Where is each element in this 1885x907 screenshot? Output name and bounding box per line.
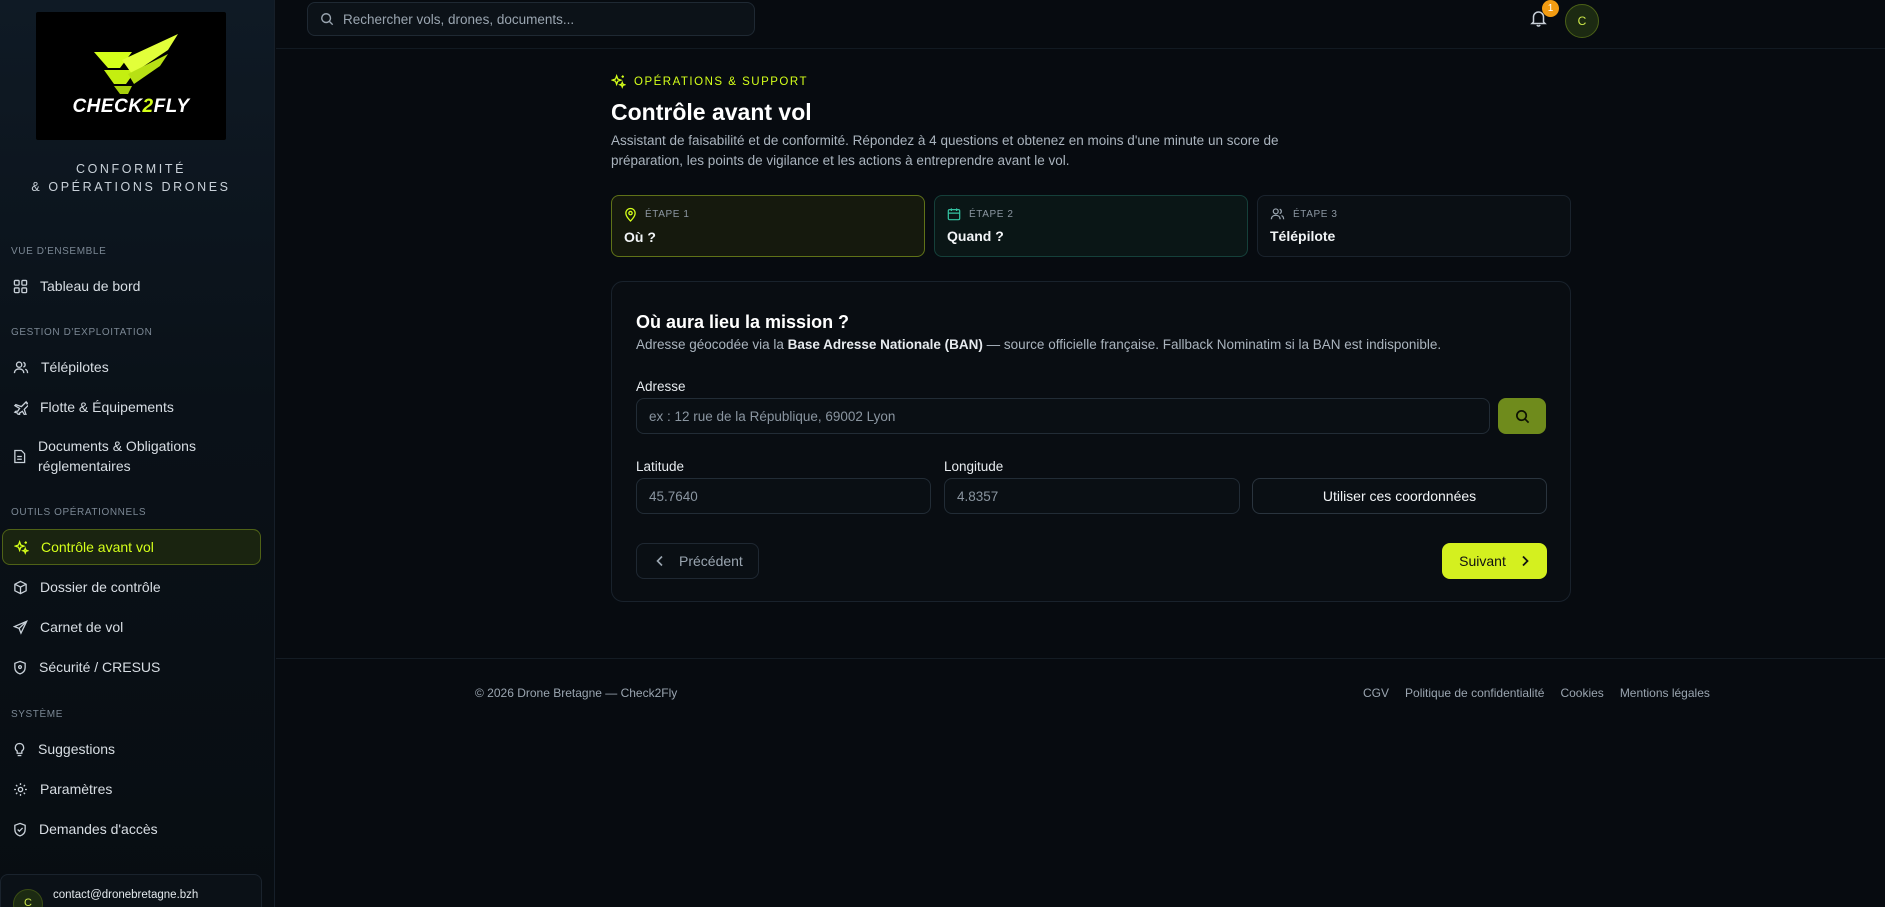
card-title: Où aura lieu la mission ? [636,312,850,332]
sidebar: CHECK2FLY CONFORMITÉ & OPÉRATIONS DRONES… [0,0,275,907]
sidebar-item-control-file[interactable]: Dossier de contrôle [2,569,261,605]
page-description: Assistant de faisabilité et de conformit… [611,133,1279,168]
sparkle-icon [14,539,29,555]
use-coordinates-button[interactable]: Utiliser ces coordonnées [1252,478,1547,514]
latitude-input[interactable] [636,478,931,514]
sidebar-item-suggestions[interactable]: Suggestions [2,731,261,767]
footer-link-privacy[interactable]: Politique de confidentialité [1405,686,1544,700]
latitude-label: Latitude [636,459,685,474]
sidebar-item-security[interactable]: Sécurité / CRESUS [2,649,261,685]
address-label: Adresse [636,379,686,394]
search-icon [321,13,334,26]
step-kicker: ÉTAPE 3 [1293,208,1338,220]
next-button[interactable]: Suivant [1442,543,1547,579]
search-icon [1515,409,1529,423]
footer-divider [276,658,1885,659]
top-bar [276,0,1885,49]
sidebar-item-access-requests[interactable]: Demandes d'accès [2,811,261,847]
sidebar-item-label: Sécurité / CRESUS [39,659,161,675]
sidebar-item-label: Paramètres [40,781,113,797]
sidebar-item-preflight-check[interactable]: Contrôle avant vol [2,529,261,565]
sidebar-item-fleet[interactable]: Flotte & Équipements [2,389,261,425]
logo-wordmark: CHECK2FLY [72,96,190,117]
footer-link-legal[interactable]: Mentions légales [1620,686,1710,700]
next-label: Suivant [1459,553,1506,569]
sidebar-item-settings[interactable]: Paramètres [2,771,261,807]
shield-check-icon [14,822,26,837]
sidebar-item-label: Dossier de contrôle [40,579,161,595]
gear-icon [14,782,27,796]
previous-button[interactable]: Précédent [636,543,759,579]
step-label: Télépilote [1270,228,1336,244]
avatar[interactable]: C [1565,4,1599,38]
grid-icon [13,279,28,293]
sidebar-item-pilots[interactable]: Télépilotes [2,349,261,385]
sidebar-item-label: Flotte & Équipements [40,399,174,415]
map-pin-icon [625,207,636,222]
section-title-tools: OUTILS OPÉRATIONNELS [11,507,147,518]
sidebar-item-label: Télépilotes [41,359,109,375]
sidebar-item-label: Carnet de vol [40,619,124,635]
footer-links: CGV Politique de confidentialité Cookies… [1363,686,1710,700]
section-title-system: SYSTÈME [11,709,63,720]
avatar: C [13,889,43,907]
plane-icon [13,400,28,415]
lightbulb-icon [14,742,25,756]
longitude-label: Longitude [944,459,1004,474]
step-kicker: ÉTAPE 1 [645,209,690,220]
footer-copyright: © 2026 Drone Bretagne — Check2Fly [475,686,678,700]
sidebar-item-flight-log[interactable]: Carnet de vol [2,609,261,645]
sidebar-item-label: Tableau de bord [40,278,141,294]
logo-wings-icon [94,34,178,94]
step-label: Où ? [624,229,656,245]
address-input[interactable] [636,398,1490,434]
sidebar-item-label: Documents & Obligations réglementaires [38,438,196,474]
section-title-overview: VUE D'ENSEMBLE [11,246,107,257]
sidebar-item-label: Demandes d'accès [39,821,158,837]
step-label: Quand ? [947,228,1004,244]
sidebar-item-dashboard[interactable]: Tableau de bord [2,268,261,304]
notification-badge: 1 [1542,0,1559,17]
previous-label: Précédent [679,553,743,569]
calendar-icon [947,208,961,221]
sparkle-icon [611,74,626,89]
user-email: contact@dronebretagne.bzh [53,889,199,901]
step-1-where[interactable]: ÉTAPE 1 Où ? [611,195,925,257]
longitude-input[interactable] [944,478,1240,514]
sidebar-item-label: Contrôle avant vol [41,539,154,555]
shield-icon [14,660,26,675]
brand-tagline: CONFORMITÉ & OPÉRATIONS DRONES [31,162,231,194]
chevron-left-icon [656,555,663,567]
box-icon [14,580,27,594]
step-2-when[interactable]: ÉTAPE 2 Quand ? [934,195,1248,257]
footer-link-cgv[interactable]: CGV [1363,686,1389,700]
chevron-right-icon [1522,555,1529,567]
step-kicker: ÉTAPE 2 [969,208,1014,220]
search-input[interactable] [343,11,743,27]
users-icon [1270,208,1285,220]
sidebar-item-documents[interactable]: Documents & Obligations réglementaires [2,434,261,478]
step-3-pilot[interactable]: ÉTAPE 3 Télépilote [1257,195,1571,257]
global-search[interactable] [307,2,755,36]
mission-location-card: Où aura lieu la mission ? Adresse géocod… [611,281,1571,602]
user-account-card[interactable]: C contact@dronebretagne.bzh [0,874,262,907]
eyebrow-text: OPÉRATIONS & SUPPORT [634,75,808,88]
section-title-operations: GESTION D'EXPLOITATION [11,327,153,338]
card-subtitle: Adresse géocodée via la Base Adresse Nat… [636,337,1442,352]
section-eyebrow: OPÉRATIONS & SUPPORT [611,74,808,89]
users-icon [13,360,29,373]
page-title: Contrôle avant vol [611,99,812,125]
document-icon [14,449,26,463]
geocode-search-button[interactable] [1498,398,1546,434]
footer-link-cookies[interactable]: Cookies [1560,686,1603,700]
sidebar-item-label: Suggestions [38,741,116,757]
send-icon [13,619,28,635]
check2fly-logo[interactable]: CHECK2FLY [36,12,226,140]
